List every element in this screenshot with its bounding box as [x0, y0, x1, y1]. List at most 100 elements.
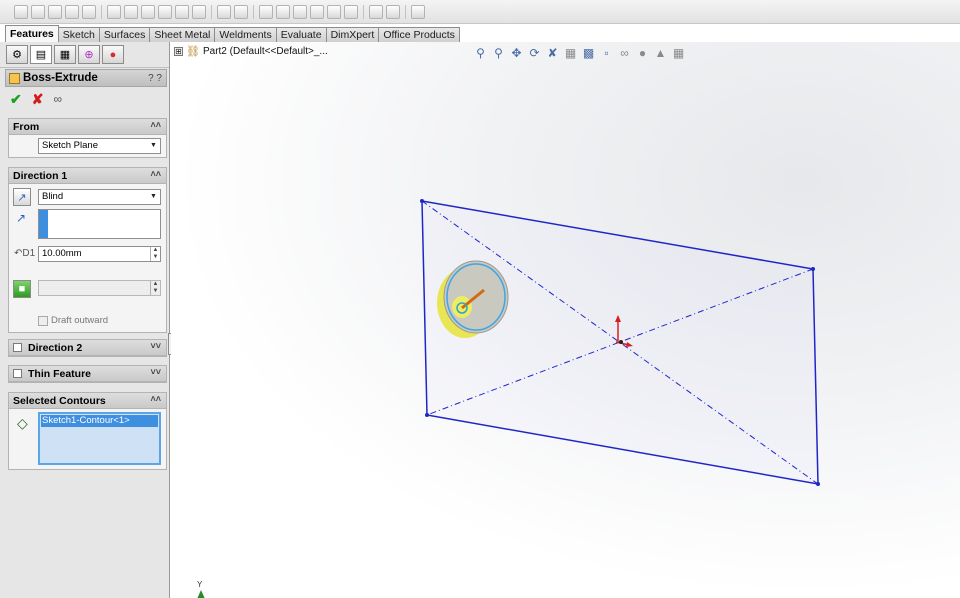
dome-icon[interactable]: [327, 4, 341, 19]
collapse-chevron-icon[interactable]: ˄˄: [150, 120, 161, 130]
swept-boss-icon[interactable]: [48, 4, 62, 19]
direction-of-extrusion-field[interactable]: [38, 209, 161, 239]
collapse-chevron-icon[interactable]: ˄˄: [150, 394, 161, 404]
spin-arrows-icon[interactable]: ▲ ▼: [150, 247, 160, 261]
curves-icon[interactable]: [386, 4, 400, 19]
wrap-icon[interactable]: [310, 4, 324, 19]
thin-feature-group-header[interactable]: Thin Feature ˅˅: [9, 366, 166, 382]
action-buttons: ✔ ✘ ∞: [10, 92, 62, 106]
direction-of-extrusion-icon: ↗: [16, 211, 27, 225]
property-manager: ⚙ ▤ ▦ ⊕ ● Boss-Extrude ? ? ✔ ✘ ∞ From ˄˄…: [0, 42, 170, 598]
fillet-icon[interactable]: [217, 4, 231, 19]
boundary-cut-icon[interactable]: [192, 4, 206, 19]
selection-focus-bar: [39, 210, 48, 238]
property-manager-title-bar: Boss-Extrude ? ?: [5, 69, 167, 87]
direction1-group-header[interactable]: Direction 1 ˄˄: [9, 168, 166, 184]
lofted-boss-icon[interactable]: [65, 4, 79, 19]
depth-input[interactable]: 10.00mm ▲ ▼: [38, 246, 161, 262]
configuration-manager-tab-icon[interactable]: ▦: [54, 45, 76, 64]
manager-tabs: ⚙ ▤ ▦ ⊕ ●: [0, 42, 169, 68]
thin-feature-group-title: Thin Feature: [28, 367, 92, 380]
help-icon[interactable]: ? ?: [148, 73, 162, 84]
expand-chevron-icon[interactable]: ˅˅: [150, 341, 161, 351]
direction2-group-title: Direction 2: [28, 341, 83, 354]
display-manager-tab-icon[interactable]: ●: [102, 45, 124, 64]
extruded-cut-icon[interactable]: [107, 4, 121, 19]
draft-angle-input: ▲ ▼: [38, 280, 161, 296]
depth-icon: ↶D1: [14, 248, 36, 259]
selected-contours-group-title: Selected Contours: [13, 394, 106, 407]
mirror-icon[interactable]: [344, 4, 358, 19]
direction2-group-header[interactable]: Direction 2 ˅˅: [9, 340, 166, 356]
dropdown-arrow-icon[interactable]: ▼: [147, 190, 160, 204]
tab-dimxpert[interactable]: DimXpert: [325, 27, 380, 42]
start-condition-select[interactable]: Sketch Plane ▼: [38, 138, 161, 154]
end-condition-value: Blind: [42, 191, 64, 202]
swept-cut-icon[interactable]: [158, 4, 172, 19]
draft-outward-checkbox: [38, 315, 48, 326]
tab-office-products[interactable]: Office Products: [378, 27, 460, 42]
toolbar-separator: [211, 4, 212, 19]
thin-feature-checkbox[interactable]: [13, 369, 22, 378]
start-condition-value: Sketch Plane: [42, 140, 98, 151]
triad-y-label: Y: [197, 580, 203, 589]
direction2-group: Direction 2 ˅˅: [8, 339, 167, 357]
depth-value: 10.00mm: [42, 248, 82, 259]
spin-arrows-icon: ▲ ▼: [150, 281, 160, 295]
rib-icon[interactable]: [259, 4, 273, 19]
from-group: From ˄˄ Sketch Plane ▼: [8, 118, 167, 158]
feature-manager-tab-icon[interactable]: ⚙: [6, 45, 28, 64]
expand-chevron-icon[interactable]: ˅˅: [150, 367, 161, 377]
draft-outward-option: Draft outward: [38, 315, 108, 326]
triad-y-arrow-icon: [197, 590, 205, 598]
shell-icon[interactable]: [293, 4, 307, 19]
tab-sketch[interactable]: Sketch: [57, 27, 100, 42]
selected-contours-group-header[interactable]: Selected Contours ˄˄: [9, 393, 166, 409]
collapse-chevron-icon[interactable]: ˄˄: [150, 169, 161, 179]
draft-outward-label: Draft outward: [51, 315, 109, 326]
boss-extrude-icon: [9, 72, 20, 84]
graphics-area[interactable]: ⊞ ⛓ Part2 (Default<<Default>_... ⚲ ⚲ ✥ ⟳…: [171, 42, 960, 598]
command-manager-tabs: Features Sketch Surfaces Sheet Metal Wel…: [0, 24, 460, 42]
tab-sheet-metal[interactable]: Sheet Metal: [149, 27, 216, 42]
boundary-boss-icon[interactable]: [82, 4, 96, 19]
linear-pattern-icon[interactable]: [234, 4, 248, 19]
selected-contours-list[interactable]: Sketch1-Contour<1>: [38, 412, 161, 465]
property-manager-tab-icon[interactable]: ▤: [30, 45, 52, 64]
direction1-group: Direction 1 ˄˄ ↗ Blind ▼ ↗ ↶D1 10.00mm ▲…: [8, 167, 167, 333]
tab-features[interactable]: Features: [5, 25, 59, 42]
toolbar-separator: [101, 4, 102, 19]
toolbar-separator: [405, 4, 406, 19]
toolbar-separator: [363, 4, 364, 19]
dimxpert-manager-tab-icon[interactable]: ⊕: [78, 45, 100, 64]
selected-contours-group: Selected Contours ˄˄ ◇ Sketch1-Contour<1…: [8, 392, 167, 470]
from-group-title: From: [13, 120, 40, 133]
extruded-boss-icon[interactable]: [14, 4, 28, 19]
lofted-cut-icon[interactable]: [175, 4, 189, 19]
hole-wizard-icon[interactable]: [124, 4, 138, 19]
from-group-header[interactable]: From ˄˄: [9, 119, 166, 135]
direction1-group-title: Direction 1: [13, 169, 68, 182]
command-toolbar: [0, 0, 960, 24]
direction2-checkbox[interactable]: [13, 343, 22, 352]
tab-weldments[interactable]: Weldments: [214, 27, 277, 42]
end-condition-select[interactable]: Blind ▼: [38, 189, 161, 205]
contour-selection-icon: ◇: [17, 415, 28, 431]
detailed-preview-button[interactable]: ∞: [53, 92, 62, 106]
cancel-button[interactable]: ✘: [32, 92, 44, 106]
tab-evaluate[interactable]: Evaluate: [275, 27, 327, 42]
instant3d-icon[interactable]: [411, 4, 425, 19]
draft-icon[interactable]: [276, 4, 290, 19]
reference-geometry-icon[interactable]: [369, 4, 383, 19]
model-viewport[interactable]: [171, 42, 960, 598]
revolved-boss-icon[interactable]: [31, 4, 45, 19]
revolved-cut-icon[interactable]: [141, 4, 155, 19]
dropdown-arrow-icon[interactable]: ▼: [147, 139, 160, 153]
reverse-direction-icon[interactable]: ↗: [13, 188, 31, 206]
tab-surfaces[interactable]: Surfaces: [98, 27, 151, 42]
merge-result-icon[interactable]: ■: [13, 280, 31, 298]
thin-feature-group: Thin Feature ˅˅: [8, 365, 167, 383]
page-title: Boss-Extrude: [23, 72, 98, 84]
list-item[interactable]: Sketch1-Contour<1>: [41, 415, 158, 427]
ok-button[interactable]: ✔: [10, 92, 22, 106]
